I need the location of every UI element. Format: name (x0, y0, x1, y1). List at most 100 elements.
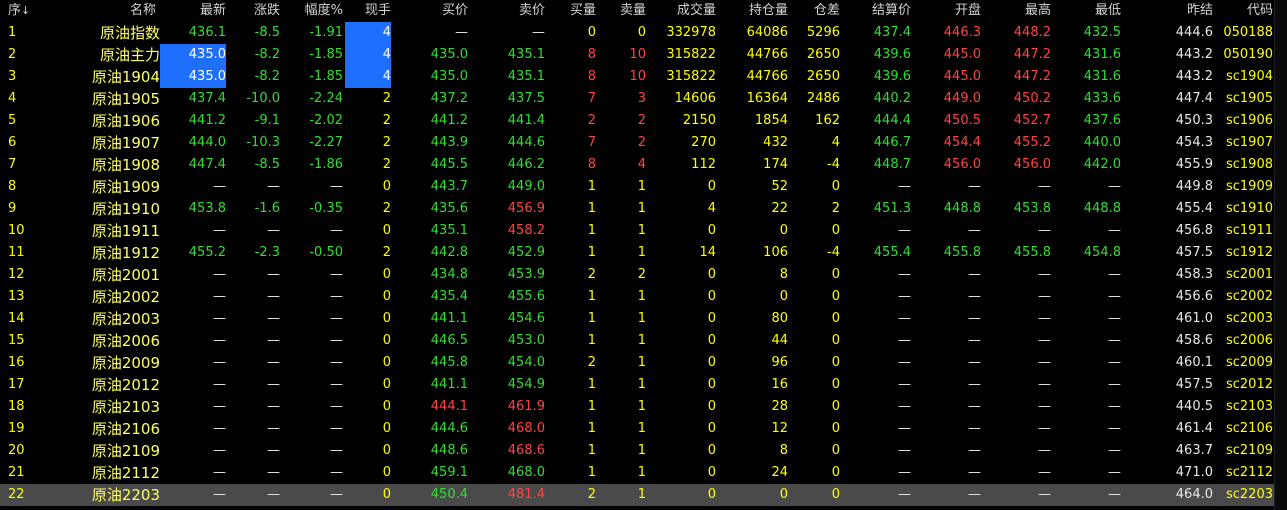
table-row[interactable]: 9 原油1910 453.8 -1.6 -0.35 2 435.6 456.9 1 1 4 22 2 45… (0, 198, 1275, 220)
col-header-prev[interactable]: 昨结 (1145, 0, 1213, 22)
cell-ask: 453.9 (507, 267, 545, 282)
cell-settle: — (898, 333, 911, 348)
cell-settle: 444.4 (873, 113, 911, 128)
col-header-open[interactable]: 开盘 (915, 0, 981, 22)
cell-last: — (213, 355, 226, 370)
cell-cur: 2 (382, 91, 391, 106)
col-header-ask[interactable]: 卖价 (475, 0, 545, 22)
vertical-scrollbar[interactable] (1274, 0, 1287, 510)
cell-askvol: 1 (637, 443, 646, 458)
cell-oi: 44766 (746, 47, 788, 62)
cell-bidvol: 2 (587, 355, 596, 370)
table-row[interactable]: 18 原油2103 — — — 0 444.1 461.9 1 1 0 28 0 — — — — 440.5 sc2… (0, 396, 1275, 418)
table-row[interactable]: 14 原油2003 — — — 0 441.1 454.6 1 1 0 80 0 — — — — 461.0 sc2… (0, 308, 1275, 330)
cell-prev: 454.3 (1175, 135, 1213, 150)
table-row[interactable]: 10 原油1911— — —0 435.1 458.2 1 1 0 0 0— — — —456.8 sc19… (0, 220, 1275, 242)
col-header-settle[interactable]: 结算价 (845, 0, 911, 22)
table-row[interactable]: 6 原油1907 444.0 -10.3 -2.27 2 443.9 444.6 7 2 270 43… (0, 132, 1275, 154)
cell-seq: 20 (8, 443, 25, 458)
cell-settle: — (898, 487, 911, 502)
col-header-askvol[interactable]: 卖量 (600, 0, 646, 22)
cell-pct: — (330, 465, 343, 480)
cell-settle: — (898, 465, 911, 480)
cell-cur: 0 (382, 179, 391, 194)
table-row[interactable]: 22 原油2203 — — — 0 450.4 481.4 2 1 0 0 0 — — — — 464.0 sc22… (0, 484, 1275, 506)
cell-bidvol: 1 (587, 245, 596, 260)
table-row[interactable]: 17 原油2012 — — — 0 441.1 454.9 1 1 0 16 0 — — — — 457.5 sc2… (0, 374, 1275, 396)
col-header-last[interactable]: 最新 (160, 0, 226, 22)
table-row[interactable]: 5 原油1906 441.2 -9.1 -2.02 2 441.2 441.4 2 2 2150 18… (0, 110, 1275, 132)
table-row[interactable]: 8 原油1909 — — — 0 443.7 449.0 1 1 0 52 0 — — — — 449.8 sc19… (0, 176, 1275, 198)
table-row[interactable]: 19 原油2106 — — — 0 444.6 468.0 1 1 0 12 0 — — — — 461.4 sc2… (0, 418, 1275, 440)
table-row[interactable]: 13 原油2002 — — — 0 435.4 455.6 1 1 0 0 0 — — — — 456.6 sc20… (0, 286, 1275, 308)
cell-volume: 14606 (674, 91, 716, 106)
table-row[interactable]: 21 原油2112 — — — 0 459.1 468.0 1 1 0 24 0 — — — — 471.0 sc2… (0, 462, 1275, 484)
table-row[interactable]: 15 原油2006 — — — 0 446.5 453.0 1 1 0 44 0 — — — — 458.6 sc2… (0, 330, 1275, 352)
cell-oichg: 0 (831, 333, 840, 348)
cell-askvol: 2 (637, 135, 646, 150)
col-header-high[interactable]: 最高 (985, 0, 1051, 22)
cell-cur: 0 (382, 267, 391, 282)
table-row[interactable]: 3 原油1904 435.0 -8.2 -1.85 4 435.0 435.1 8 10 31582… (0, 66, 1275, 88)
table-row[interactable]: 1 原油指数 436.1 -8.5 -1.91 4 — — 0 0 332978 64086 5296 4… (0, 22, 1275, 44)
table-row[interactable]: 4 原油1905 437.4 -10.0 -2.24 2 437.2 437.5 7 3 14606… (0, 88, 1275, 110)
col-header-bid[interactable]: 买价 (400, 0, 468, 22)
cell-pct: — (330, 311, 343, 326)
cell-name: 原油2103 (91, 398, 160, 416)
cell-open: — (968, 267, 981, 282)
cell-pct: — (330, 377, 343, 392)
cell-code: sc2009 (1225, 355, 1273, 370)
col-header-oichg[interactable]: 仓差 (790, 0, 840, 22)
col-header-name[interactable]: 名称 (100, 0, 156, 22)
cell-settle: 448.7 (873, 157, 911, 172)
col-header-bidvol[interactable]: 买量 (550, 0, 596, 22)
cell-settle: 440.2 (873, 91, 911, 106)
cell-oichg: 162 (815, 113, 840, 128)
cell-pct: -0.50 (309, 245, 343, 260)
cell-oichg: 0 (831, 289, 840, 304)
table-row[interactable]: 2 原油主力 435.0 -8.2 -1.85 4 435.0 435.1 8 10 315822 4… (0, 44, 1275, 66)
cell-low: — (1108, 311, 1121, 326)
cell-oichg: 2650 (806, 47, 840, 62)
col-header-cur[interactable]: 现手 (345, 0, 391, 22)
cell-bid: 441.1 (430, 311, 468, 326)
col-header-code[interactable]: 代码 (1215, 0, 1273, 22)
col-header-pct[interactable]: 幅度% (285, 0, 343, 22)
table-row[interactable]: 11 原油1912 455.2 -2.3 -0.50 2 442.8 452.9 1 1 14 106… (0, 242, 1275, 264)
cell-prev: 456.8 (1175, 223, 1213, 238)
cell-pct: — (330, 267, 343, 282)
cell-prev: 443.2 (1175, 69, 1213, 84)
col-header-seq[interactable]: 序↓ (8, 0, 38, 22)
cell-prev: 471.0 (1175, 465, 1213, 480)
cell-bidvol: 2 (587, 267, 596, 282)
cell-volume: 315822 (666, 47, 716, 62)
cell-low: — (1108, 289, 1121, 304)
cell-oi: 44 (771, 333, 788, 348)
cell-pct: -1.85 (309, 69, 343, 84)
cell-oi: 64086 (746, 25, 788, 40)
table-row[interactable]: 12 原油2001 — — — 0 434.8 453.9 2 2 0 8 0 — — — — 458.3 sc20… (0, 264, 1275, 286)
col-header-change[interactable]: 涨跌 (230, 0, 280, 22)
col-header-low[interactable]: 最低 (1055, 0, 1121, 22)
col-header-volume[interactable]: 成交量 (650, 0, 716, 22)
cell-bid: 446.5 (430, 333, 468, 348)
cell-high: 455.2 (1013, 135, 1051, 150)
cell-oichg: 0 (831, 399, 840, 414)
cell-code: sc2103 (1225, 399, 1273, 414)
col-header-oi[interactable]: 持仓量 (720, 0, 788, 22)
table-row[interactable]: 20 原油2109 — — — 0 448.6 468.6 1 1 0 8 0 — — — — 463.7 sc21… (0, 440, 1275, 462)
table-row[interactable]: 7 原油1908 447.4 -8.5 -1.86 2 445.5 446.2 8 4 112 174… (0, 154, 1275, 176)
cell-prev: 461.4 (1175, 421, 1213, 436)
cell-volume: 0 (707, 289, 716, 304)
cell-last: — (213, 267, 226, 282)
cell-bid: 441.2 (430, 113, 468, 128)
cell-name: 原油2012 (91, 376, 160, 394)
cell-prev: 455.9 (1175, 157, 1213, 172)
cell-cur: 0 (382, 487, 391, 502)
cell-bidvol: 1 (587, 289, 596, 304)
table-row[interactable]: 16 原油2009 — — — 0 445.8 454.0 2 1 0 96 0 — — — — 460.1 sc2… (0, 352, 1275, 374)
cell-open: — (968, 179, 981, 194)
cell-seq: 8 (8, 179, 17, 194)
cell-high: — (1038, 311, 1051, 326)
cell-low: 440.0 (1083, 135, 1121, 150)
